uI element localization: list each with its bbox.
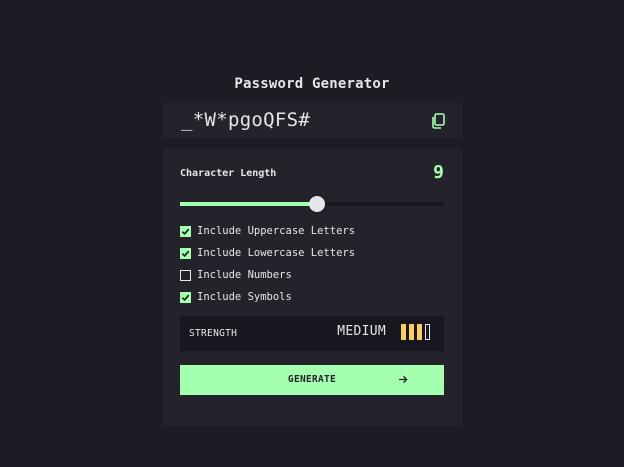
length-slider[interactable] [180, 196, 444, 212]
page-title: Password Generator [234, 76, 390, 92]
settings-panel: Character Length 9 Include Uppercase Let… [163, 148, 462, 426]
slider-thumb[interactable] [309, 196, 326, 212]
option-label: Include Lowercase Letters [197, 247, 356, 259]
generate-button[interactable]: GENERATE [180, 365, 444, 395]
option-numbers[interactable]: Include Numbers [180, 268, 292, 282]
checkbox-numbers[interactable] [180, 269, 191, 281]
option-label: Include Symbols [197, 291, 292, 303]
strength-bar [417, 324, 422, 340]
option-label: Include Uppercase Letters [197, 225, 356, 237]
strength-bar [401, 324, 406, 340]
option-label: Include Numbers [197, 269, 292, 281]
strength-meter: STRENGTH MEDIUM [180, 316, 444, 351]
option-symbols[interactable]: Include Symbols [180, 290, 292, 304]
slider-fill [180, 202, 318, 206]
strength-bars [401, 324, 430, 340]
strength-bar [409, 324, 414, 340]
copy-icon[interactable] [431, 113, 445, 129]
option-lowercase[interactable]: Include Lowercase Letters [180, 246, 355, 260]
password-text: _*W*pgoQFS# [181, 109, 311, 131]
checkbox-uppercase[interactable] [180, 225, 191, 237]
checkbox-symbols[interactable] [180, 291, 191, 303]
password-display: _*W*pgoQFS# [163, 103, 462, 138]
character-length-label: Character Length [180, 168, 277, 179]
arrow-right-icon [399, 375, 408, 384]
checkbox-lowercase[interactable] [180, 247, 191, 259]
strength-label: STRENGTH [189, 328, 238, 339]
strength-bar [425, 324, 430, 340]
character-length-value: 9 [433, 162, 444, 183]
option-uppercase[interactable]: Include Uppercase Letters [180, 224, 355, 238]
strength-value: MEDIUM [337, 324, 386, 339]
